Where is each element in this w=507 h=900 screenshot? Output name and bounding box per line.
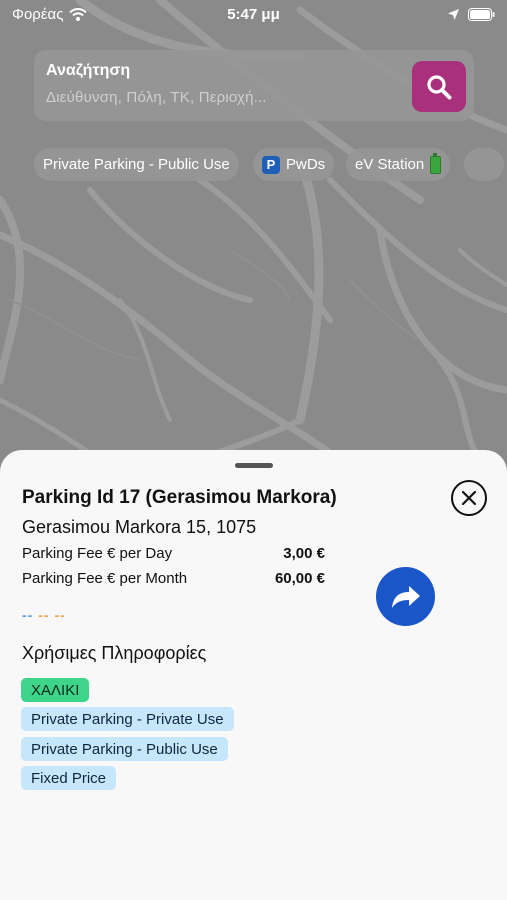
chip-overflow[interactable] <box>464 148 504 181</box>
battery-status-icon <box>468 7 495 21</box>
dash-2: -- <box>38 607 50 623</box>
dash-1: -- <box>22 607 34 623</box>
fee-row-month: Parking Fee € per Month 60,00 € <box>22 570 325 587</box>
tag-fixed-price: Fixed Price <box>21 766 117 790</box>
status-bar: Φορέας 5:47 μμ <box>0 0 507 28</box>
fee-row-day: Parking Fee € per Day 3,00 € <box>22 545 325 562</box>
close-icon <box>461 490 477 506</box>
status-dashes: -- -- -- <box>22 607 66 623</box>
battery-icon <box>430 152 442 174</box>
close-button[interactable] <box>451 480 487 516</box>
fee-value: 3,00 € <box>283 545 325 562</box>
fee-label: Parking Fee € per Month <box>22 570 188 587</box>
tag-label: Fixed Price <box>31 769 107 787</box>
search-button[interactable] <box>412 61 466 112</box>
tag-label: ΧΑΛΙΚΙ <box>31 681 80 699</box>
search-card[interactable]: Αναζήτηση Διεύθυνση, Πόλη, ΤΚ, Περιοχή..… <box>34 50 474 121</box>
navigate-button[interactable] <box>376 567 435 626</box>
wifi-icon <box>69 7 88 21</box>
search-title: Αναζήτηση <box>46 62 131 79</box>
chip-pwds[interactable]: P PwDs <box>253 148 335 181</box>
chip-label: eV Station <box>355 156 425 173</box>
parking-title: Parking Id 17 (Gerasimou Markora) <box>22 487 337 508</box>
fee-value: 60,00 € <box>274 570 325 587</box>
fee-label: Parking Fee € per Day <box>22 545 173 562</box>
dash-3: -- <box>54 607 66 623</box>
search-icon <box>427 74 452 99</box>
parking-icon: P <box>262 155 280 174</box>
status-right <box>447 7 495 21</box>
tag-label: Private Parking - Private Use <box>31 710 224 728</box>
tag-label: Private Parking - Public Use <box>31 740 218 758</box>
status-left: Φορέας <box>12 5 88 23</box>
parking-address: Gerasimou Markora 15, 1075 <box>22 517 257 537</box>
chip-ev-station[interactable]: eV Station <box>346 148 451 181</box>
sheet-grabber[interactable] <box>235 463 273 468</box>
carrier-label: Φορέας <box>12 5 64 23</box>
chip-private-parking-public-use[interactable]: Private Parking - Public Use <box>34 148 239 181</box>
chip-label: PwDs <box>286 156 326 173</box>
useful-info-heading: Χρήσιμες Πληροφορίες <box>22 643 207 663</box>
tag-private-parking-private-use: Private Parking - Private Use <box>21 707 234 731</box>
location-arrow-icon <box>448 8 459 20</box>
chip-label: Private Parking - Public Use <box>43 156 230 173</box>
search-input[interactable]: Διεύθυνση, Πόλη, ΤΚ, Περιοχή... <box>46 89 462 106</box>
tag-surface: ΧΑΛΙΚΙ <box>21 678 90 702</box>
tag-private-parking-public-use: Private Parking - Public Use <box>21 737 228 761</box>
share-arrow-icon <box>391 585 420 608</box>
